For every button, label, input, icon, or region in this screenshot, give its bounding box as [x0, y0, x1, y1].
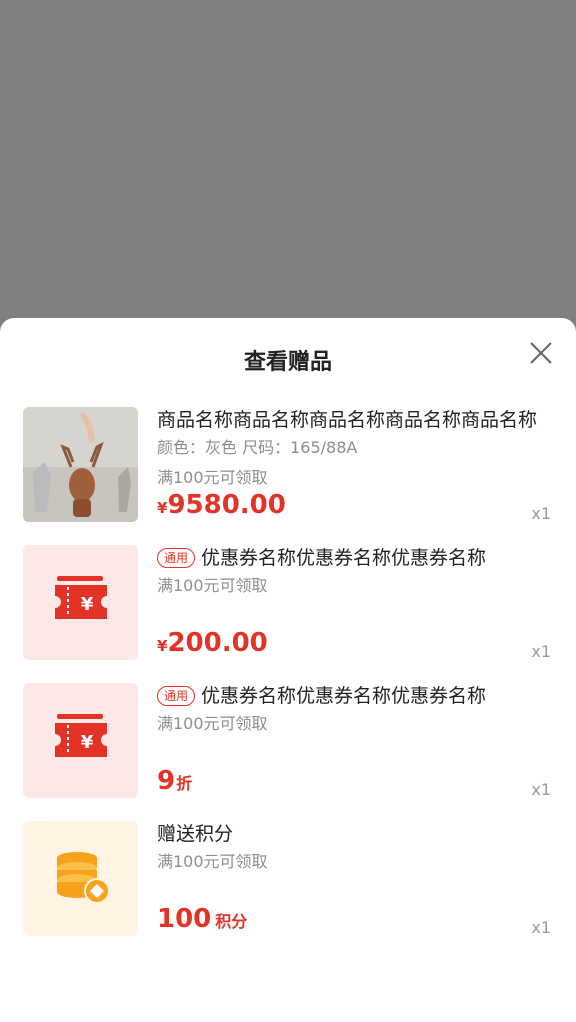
- coupon-ticket-icon: ¥: [55, 714, 107, 757]
- coins-points-icon: [57, 852, 110, 904]
- item-spec: 颜色：灰色 尺码：165/88A: [157, 438, 358, 457]
- svg-text:¥: ¥: [81, 732, 94, 753]
- coupon-ticket-icon: ¥: [55, 576, 107, 619]
- gift-bottom-sheet: 查看赠品 商品名称商品名称商品名称商品名称商品名称 颜色：灰色 尺码：165/8…: [0, 318, 576, 1022]
- list-item[interactable]: ¥ 通用 优惠券名称优惠券名称优惠券名称 满100元可领取 ¥200.00 x1: [23, 545, 553, 661]
- item-price: ¥200.00: [157, 628, 268, 658]
- item-name: 商品名称商品名称商品名称商品名称商品名称: [157, 409, 537, 431]
- list-item[interactable]: 商品名称商品名称商品名称商品名称商品名称 颜色：灰色 尺码：165/88A 满1…: [23, 407, 553, 523]
- item-quantity: x1: [531, 504, 551, 523]
- item-name: 通用 优惠券名称优惠券名称优惠券名称: [157, 683, 537, 709]
- item-quantity: x1: [531, 642, 551, 661]
- list-item[interactable]: ¥ 通用 优惠券名称优惠券名称优惠券名称 满100元可领取 9折 x1: [23, 683, 553, 799]
- points-thumb: [23, 821, 138, 936]
- item-price: ¥9580.00: [157, 490, 286, 520]
- item-condition: 满100元可领取: [157, 468, 268, 487]
- item-discount: 9折: [157, 766, 193, 796]
- item-points: 100 积分: [157, 904, 248, 934]
- item-name: 通用 优惠券名称优惠券名称优惠券名称: [157, 545, 537, 571]
- coupon-tag: 通用: [157, 548, 196, 568]
- item-name: 赠送积分: [157, 823, 234, 845]
- item-quantity: x1: [531, 780, 551, 799]
- svg-text:¥: ¥: [81, 594, 94, 615]
- product-image: [23, 407, 138, 522]
- list-item[interactable]: 赠送积分 满100元可领取 100 积分 x1: [23, 821, 553, 937]
- close-icon[interactable]: [526, 338, 556, 368]
- item-condition: 满100元可领取: [157, 576, 268, 595]
- item-condition: 满100元可领取: [157, 852, 268, 871]
- coupon-thumb: ¥: [23, 545, 138, 660]
- coupon-tag: 通用: [157, 686, 196, 706]
- dimmed-backdrop[interactable]: [0, 0, 576, 318]
- sheet-title: 查看赠品: [243, 350, 332, 375]
- item-condition: 满100元可领取: [157, 714, 268, 733]
- coupon-thumb: ¥: [23, 683, 138, 798]
- item-quantity: x1: [531, 918, 551, 937]
